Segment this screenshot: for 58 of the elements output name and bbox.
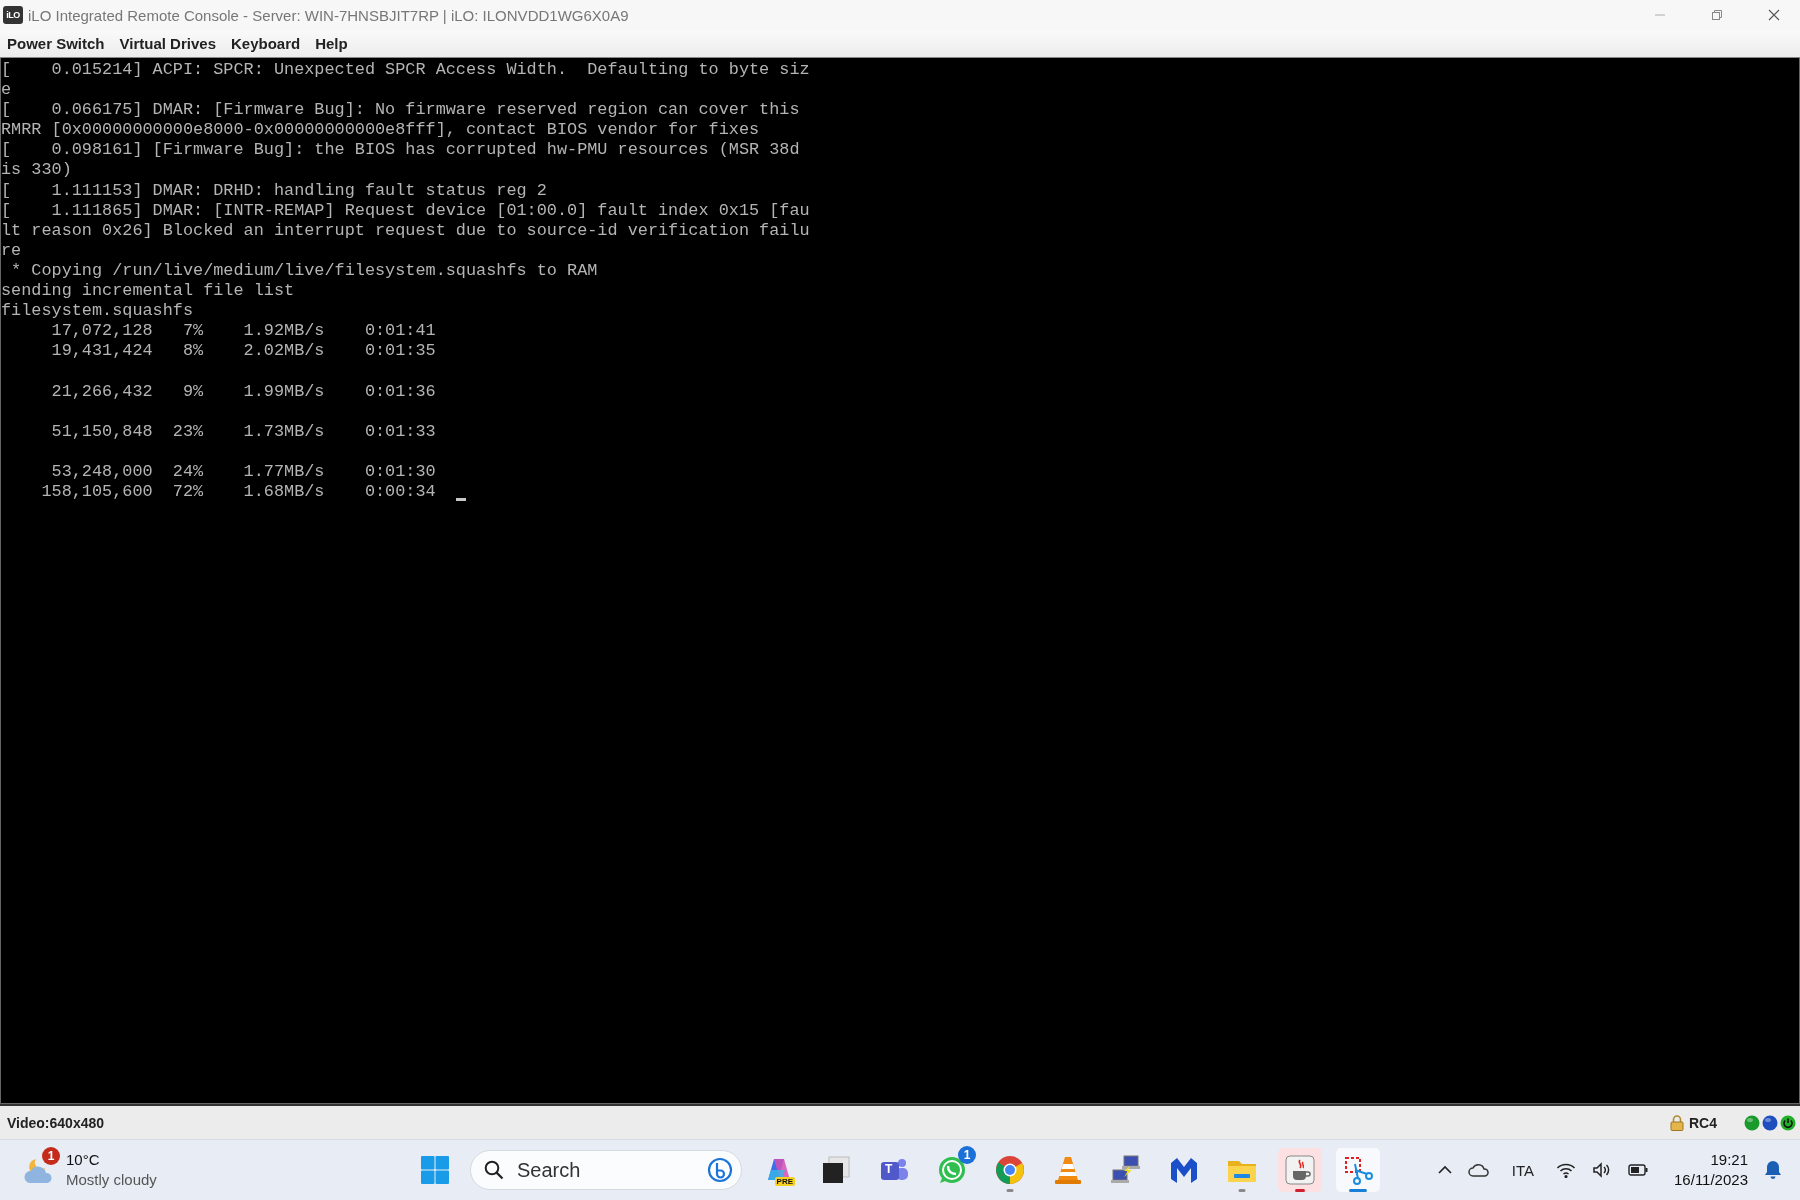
- console-line: e: [1, 80, 12, 101]
- console-line: filesystem.squashfs: [1, 301, 194, 322]
- video-resolution: Video:640x480: [7, 1114, 105, 1131]
- clock-date: 16/11/2023: [1674, 1170, 1748, 1190]
- window-title: iLO Integrated Remote Console - Server: WIN-7HNSBJIT7RP | iLO: ILONVDD1WG6X0A9: [28, 6, 630, 24]
- console-line: re: [1, 240, 22, 261]
- cloud-icon[interactable]: [1467, 1163, 1490, 1177]
- console-line: [ 0.015214] ACPI: SPCR: Unexpected SPCR Access Width. Defaulting to byte siz: [1, 60, 810, 81]
- chevron-up-icon[interactable]: [1437, 1165, 1452, 1175]
- console-line: 53,248,000 24% 1.77MB/s 0:01:30: [50, 461, 436, 482]
- restore-icon[interactable]: [1711, 9, 1723, 21]
- browser-icon: [994, 1154, 1026, 1186]
- scissors-icon: [1342, 1154, 1374, 1186]
- traffic-cone-icon: [1052, 1154, 1084, 1186]
- console-line: is 330): [1, 160, 72, 181]
- computers-icon: [1110, 1154, 1142, 1186]
- clock-time: 19:21: [1709, 1150, 1748, 1170]
- console-line: [ 0.098161] [Firmware Bug]: the BIOS has corrupted hw-PMU resources (MSR 38d: [1, 140, 800, 161]
- icon-label: T: [885, 1162, 893, 1176]
- menu-item[interactable]: Keyboard: [231, 35, 301, 52]
- windows-start-icon[interactable]: [420, 1155, 450, 1185]
- console-line: 158,105,600 72% 1.68MB/s 0:00:34: [40, 481, 436, 503]
- clock[interactable]: 19:21 16/11/2023: [1674, 1150, 1748, 1190]
- temperature-label: 10°C: [66, 1150, 101, 1170]
- console-line: 21,266,432 9% 1.99MB/s 0:01:36: [50, 381, 436, 402]
- coffee-cup-icon: [1284, 1154, 1316, 1186]
- encryption-label: RC4: [1689, 1114, 1717, 1131]
- taskbar-app-button[interactable]: PRE: [756, 1148, 800, 1192]
- close-icon[interactable]: [1768, 9, 1780, 21]
- lock-icon: [1670, 1114, 1684, 1131]
- console-line: [ 1.111153] DMAR: DRHD: handling fault status reg 2: [1, 180, 547, 201]
- window-icon: [820, 1154, 852, 1186]
- console-line: sending incremental file list: [1, 281, 295, 302]
- console-line: 51,150,848 23% 1.73MB/s 0:01:33: [50, 421, 436, 442]
- search-field[interactable]: Search: [470, 1150, 742, 1190]
- taskbar-app-button[interactable]: T: [872, 1148, 916, 1192]
- icon-label: PRE: [774, 1177, 795, 1186]
- menu-item[interactable]: Power Switch: [7, 35, 105, 52]
- app-logo: iLO: [3, 6, 23, 24]
- notification-badge: 1: [958, 1146, 976, 1164]
- chat-bubble-icon[interactable]: [707, 1157, 733, 1183]
- weather-condition: Mostly cloudy: [66, 1170, 157, 1190]
- menu-item[interactable]: Virtual Drives: [119, 35, 216, 52]
- taskbar-app-button[interactable]: 1: [930, 1148, 974, 1192]
- console-line: 17,072,128 7% 1.92MB/s 0:01:41: [50, 321, 436, 342]
- bell-icon[interactable]: [1764, 1160, 1782, 1180]
- notification-badge: 1: [42, 1147, 60, 1165]
- wifi-icon[interactable]: [1556, 1162, 1577, 1178]
- language-indicator[interactable]: ITA: [1511, 1161, 1535, 1179]
- console-line: RMRR [0x00000000000e8000-0x00000000000e8fff], contact BIOS vendor for fixes: [1, 120, 760, 141]
- console-line: [ 0.066175] DMAR: [Firmware Bug]: No firmware reserved region can cover this: [1, 100, 800, 121]
- menu-item[interactable]: Help: [315, 35, 348, 52]
- console-line: 19,431,424 8% 2.02MB/s 0:01:35: [50, 341, 436, 362]
- console-line: lt reason 0x26] Blocked an interrupt request due to source-id verification failu: [1, 220, 810, 241]
- battery-icon[interactable]: [1628, 1164, 1649, 1176]
- search-icon: [484, 1160, 504, 1180]
- console-line: * Copying /run/live/medium/live/filesystem.squashfs to RAM: [10, 260, 598, 282]
- console-line: [ 1.111865] DMAR: [INTR-REMAP] Request device [01:00.0] fault index 0x15 [fau: [1, 200, 810, 221]
